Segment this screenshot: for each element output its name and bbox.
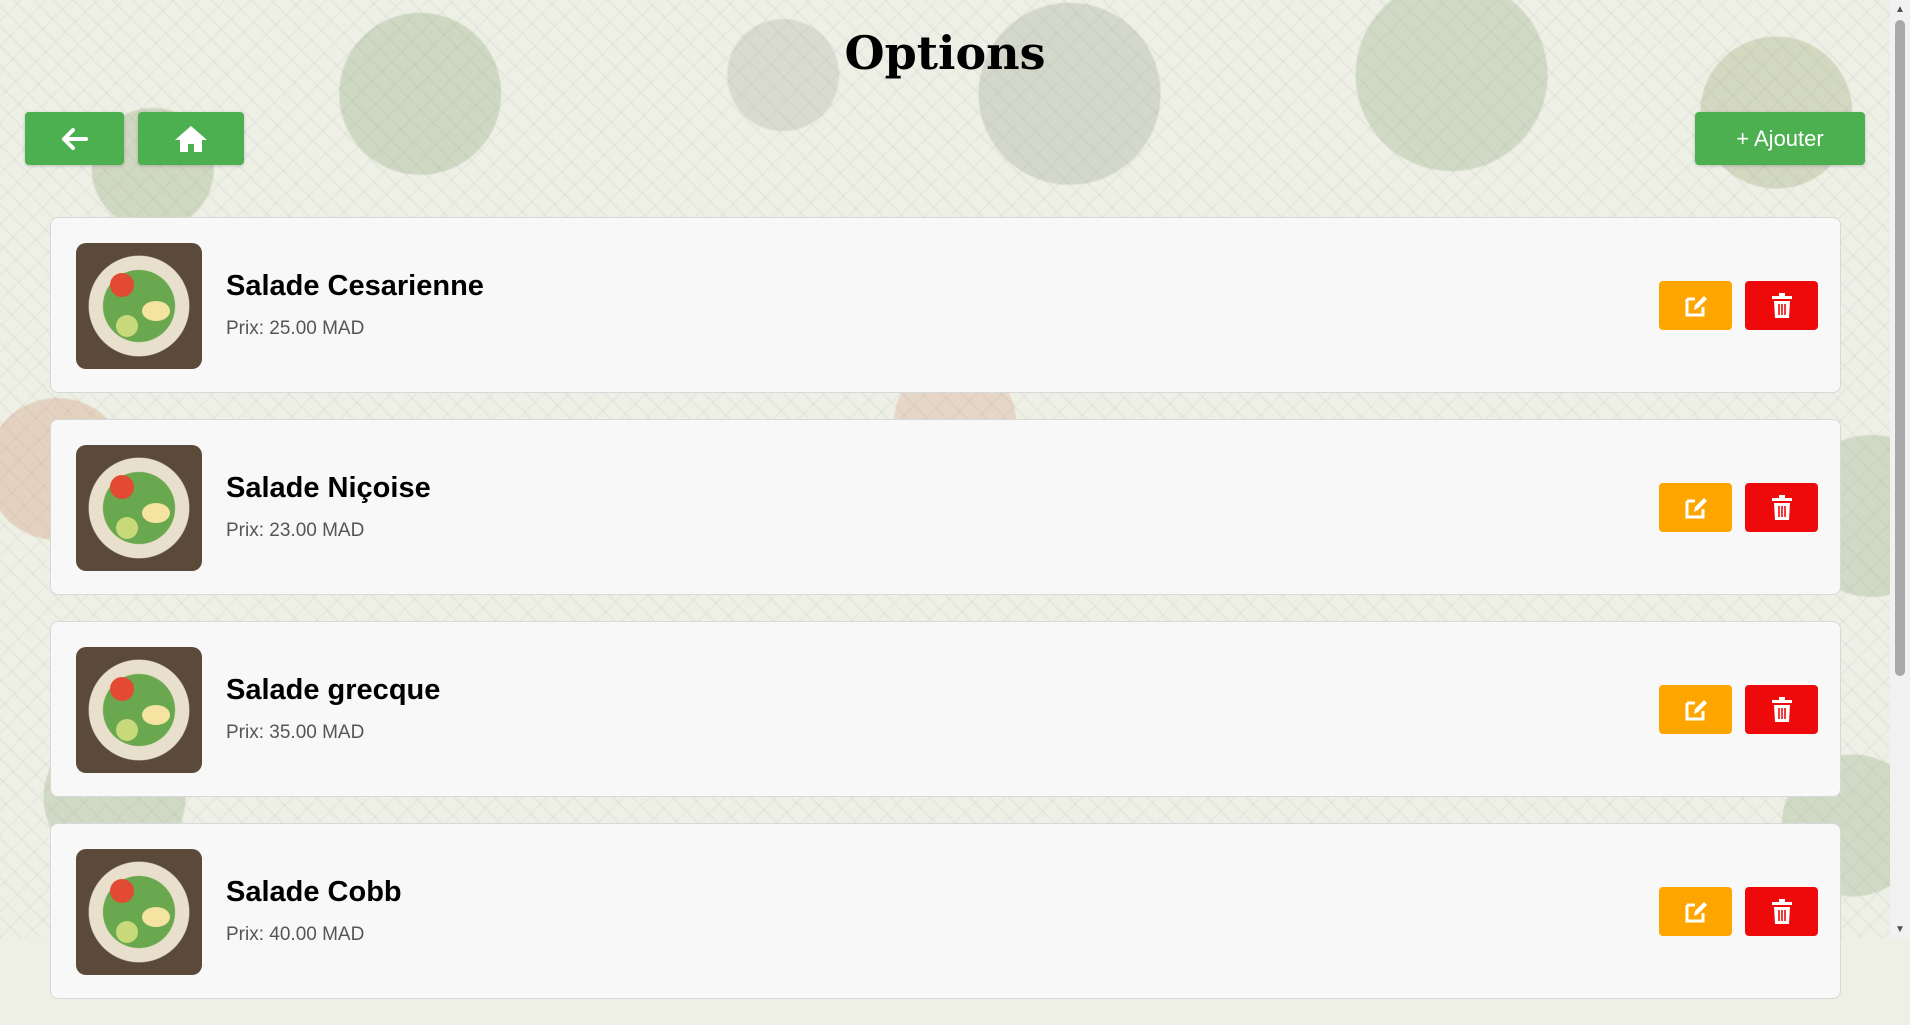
item-name: Salade grecque bbox=[226, 674, 441, 706]
options-list: Salade Cesarienne Prix: 25.00 MAD Salade… bbox=[50, 217, 1841, 1025]
item-image bbox=[76, 243, 202, 369]
list-item: Salade Cesarienne Prix: 25.00 MAD bbox=[50, 217, 1841, 393]
edit-icon bbox=[1685, 901, 1707, 922]
item-name: Salade Cesarienne bbox=[226, 270, 484, 302]
delete-button[interactable] bbox=[1745, 887, 1818, 936]
list-item: Salade Cobb Prix: 40.00 MAD bbox=[50, 823, 1841, 999]
item-image bbox=[76, 647, 202, 773]
edit-icon bbox=[1685, 295, 1707, 316]
back-button[interactable] bbox=[25, 112, 124, 165]
page-title: Options bbox=[844, 26, 1046, 80]
list-item: Salade grecque Prix: 35.00 MAD bbox=[50, 621, 1841, 797]
item-name: Salade Niçoise bbox=[226, 472, 431, 504]
edit-button[interactable] bbox=[1659, 483, 1732, 532]
item-price: Prix: 40.00 MAD bbox=[226, 924, 365, 945]
trash-icon bbox=[1771, 898, 1792, 924]
delete-button[interactable] bbox=[1745, 483, 1818, 532]
arrow-left-icon bbox=[61, 127, 88, 150]
edit-icon bbox=[1685, 699, 1707, 720]
home-button[interactable] bbox=[138, 112, 244, 165]
item-image bbox=[76, 849, 202, 975]
edit-button[interactable] bbox=[1659, 281, 1732, 330]
add-button[interactable]: + Ajouter bbox=[1695, 112, 1865, 165]
trash-icon bbox=[1771, 696, 1792, 722]
list-item: Salade Niçoise Prix: 23.00 MAD bbox=[50, 419, 1841, 595]
item-price: Prix: 25.00 MAD bbox=[226, 318, 365, 339]
delete-button[interactable] bbox=[1745, 685, 1818, 734]
item-price: Prix: 35.00 MAD bbox=[226, 722, 365, 743]
scroll-down-icon[interactable]: ▼ bbox=[1890, 920, 1910, 938]
edit-button[interactable] bbox=[1659, 887, 1732, 936]
item-name: Salade Cobb bbox=[226, 876, 402, 908]
edit-button[interactable] bbox=[1659, 685, 1732, 734]
scroll-up-icon[interactable]: ▲ bbox=[1890, 0, 1910, 18]
item-price: Prix: 23.00 MAD bbox=[226, 520, 365, 541]
edit-icon bbox=[1685, 497, 1707, 518]
trash-icon bbox=[1771, 292, 1792, 318]
vertical-scrollbar[interactable]: ▲ ▼ bbox=[1890, 0, 1910, 938]
page: Options + Ajouter Salade Cesarienne Prix… bbox=[0, 0, 1890, 999]
trash-icon bbox=[1771, 494, 1792, 520]
scrollbar-thumb[interactable] bbox=[1895, 20, 1905, 676]
home-icon bbox=[175, 125, 207, 152]
delete-button[interactable] bbox=[1745, 281, 1818, 330]
item-image bbox=[76, 445, 202, 571]
